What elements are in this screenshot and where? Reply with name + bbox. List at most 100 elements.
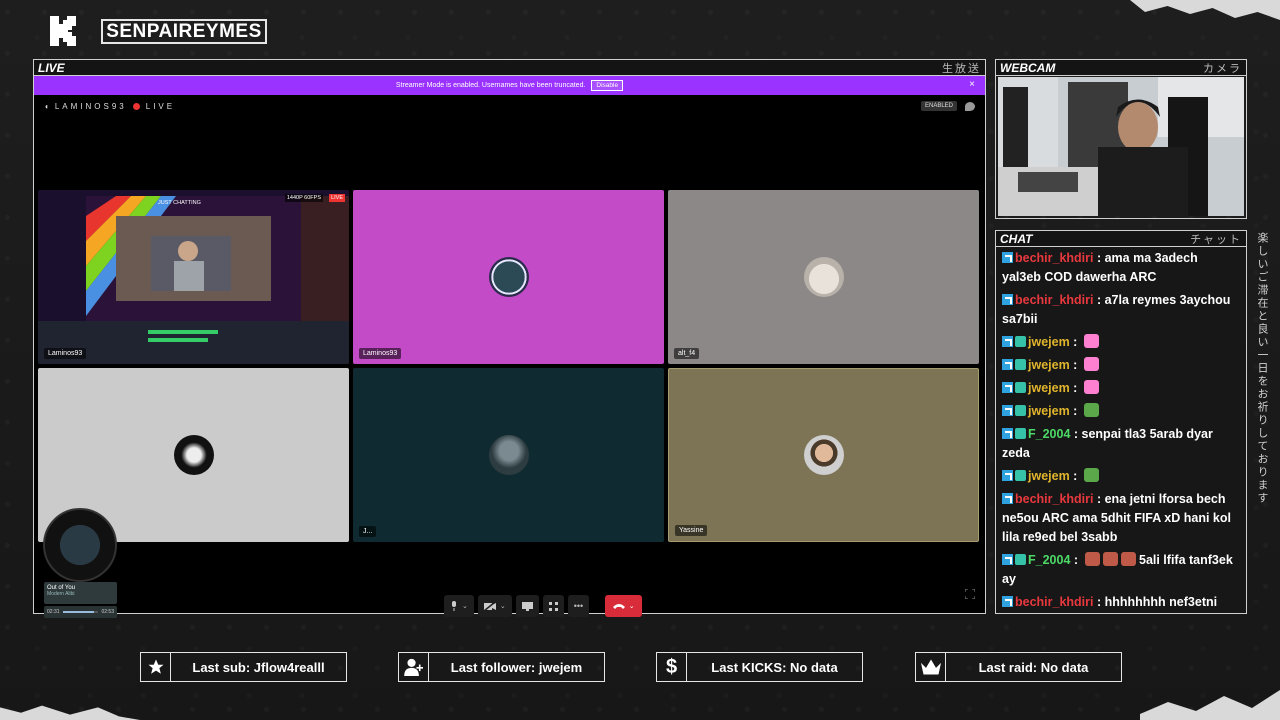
star-icon	[141, 653, 171, 681]
chat-message: F_2004 : 5ali lfifa tanf3ek ay	[1002, 551, 1240, 589]
kick-badge-icon	[1002, 252, 1013, 263]
participant-name: J...	[359, 526, 377, 537]
chat-message: bechir_khdiri : a7la reymes 3aychou sa7b…	[1002, 291, 1240, 329]
side-vertical-text: 楽しいご滞在と良い一日をお祈りしております	[1256, 232, 1268, 505]
last-kicks-stat: $ Last KICKS: No data	[656, 652, 863, 682]
video-call-window: Streamer Mode is enabled. Usernames have…	[34, 76, 985, 618]
live-panel-header: LIVE 生放送	[34, 60, 985, 76]
more-options-button[interactable]: •••	[567, 595, 590, 617]
participant-name: Laminos93	[359, 348, 402, 359]
screen-category: JUST CHATTING	[158, 200, 201, 206]
chat-message: bechir_khdiri : ena jetni lforsa bech ne…	[1002, 490, 1240, 547]
chat-username[interactable]: jwejem	[1028, 404, 1070, 418]
subscriber-badge-icon	[1015, 428, 1026, 439]
emote-icon	[1120, 552, 1136, 566]
emote-icon	[1083, 380, 1099, 394]
streamer-mode-banner: Streamer Mode is enabled. Usernames have…	[34, 76, 985, 95]
track-duration: 02:53	[101, 609, 114, 615]
emote-icon	[1102, 552, 1118, 566]
chat-panel-header: CHAT チャット	[996, 231, 1246, 247]
participant-avatar	[488, 257, 529, 297]
participant-tile[interactable]: J...	[353, 368, 664, 542]
enabled-badge[interactable]: ENABLED	[920, 101, 957, 111]
last-kicks-label: Last KICKS: No data	[711, 659, 838, 675]
last-follower-label: Last follower: jwejem	[450, 659, 583, 675]
chat-panel-jp-title: チャット	[1190, 233, 1242, 246]
participant-tile[interactable]: Yassine	[668, 368, 979, 542]
chat-username[interactable]: jwejem	[1028, 469, 1070, 483]
fullscreen-icon[interactable]	[965, 589, 975, 599]
chat-message: bechir_khdiri : ama ma 3adech yal3eb COD…	[1002, 249, 1240, 287]
participant-name: Laminos93	[44, 348, 87, 359]
hang-up-icon	[612, 604, 625, 609]
leave-call-button[interactable]: ⌄	[605, 595, 643, 617]
participant-tile[interactable]: alt_f4	[668, 190, 979, 364]
chat-separator: :	[1069, 381, 1081, 395]
disable-button[interactable]: Disable	[591, 80, 624, 91]
participant-avatar	[803, 257, 844, 297]
subscriber-badge-icon	[1015, 554, 1026, 565]
chat-username[interactable]: jwejem	[1028, 358, 1070, 372]
chat-message: F_2004 : senpai tla3 5arab dyar zeda	[1002, 425, 1240, 463]
microphone-icon	[452, 601, 456, 611]
live-panel: LIVE 生放送 Streamer Mode is enabled. Usern…	[33, 59, 986, 618]
last-raid-label: Last raid: No data	[978, 659, 1089, 675]
album-art	[43, 508, 117, 582]
kick-badge-icon	[1002, 554, 1013, 565]
chat-username[interactable]: bechir_khdiri	[1015, 595, 1094, 609]
activities-button[interactable]	[542, 595, 564, 617]
live-badge: LIVE	[329, 194, 345, 202]
chat-separator: :	[1093, 251, 1105, 265]
chat-username[interactable]: F_2004	[1028, 553, 1070, 567]
emote-icon	[1083, 403, 1099, 417]
chat-username[interactable]: bechir_khdiri	[1015, 492, 1094, 506]
last-raid-stat: Last raid: No data	[915, 652, 1122, 682]
screen-share-preview	[38, 190, 349, 364]
chat-panel: CHAT チャット bechir_khdiri : ama ma 3adech …	[995, 230, 1247, 614]
chat-message: jwejem :	[1002, 333, 1240, 352]
emote-icon	[1083, 357, 1099, 371]
chat-username[interactable]: F_2004	[1028, 427, 1070, 441]
webcam-feed	[998, 77, 1244, 216]
chat-message: jwejem :	[1002, 402, 1240, 421]
quality-badge: 1440P 60FPS	[284, 194, 323, 202]
kick-logo-icon	[50, 16, 76, 46]
kick-badge-icon	[1002, 405, 1013, 416]
screen-share-icon	[521, 601, 533, 611]
progress-fill	[62, 611, 94, 613]
kick-badge-icon	[1002, 470, 1013, 481]
kick-badge-icon	[1002, 336, 1013, 347]
chat-separator: :	[1069, 335, 1081, 349]
camera-off-icon	[483, 601, 496, 611]
participant-tile-screen-share[interactable]: JUST CHATTING 1440P 60FPS LIVE Laminos93	[38, 190, 349, 364]
music-player-widget: Out of You Modern Alibi 02:31 02:53	[42, 508, 122, 618]
chat-bubble-icon[interactable]	[965, 101, 975, 111]
screen-share-button[interactable]	[515, 595, 539, 617]
kick-badge-icon	[1002, 428, 1013, 439]
kick-badge-icon	[1002, 493, 1013, 504]
subscriber-badge-icon	[1015, 382, 1026, 393]
subscriber-badge-icon	[1015, 405, 1026, 416]
webcam-image	[998, 77, 1244, 216]
live-dot-icon	[132, 102, 140, 110]
participant-tile[interactable]: Laminos93	[353, 190, 664, 364]
chat-username[interactable]: jwejem	[1028, 335, 1070, 349]
camera-button[interactable]: ⌄	[477, 595, 512, 617]
chat-separator: :	[1069, 469, 1081, 483]
participant-avatar	[173, 435, 214, 475]
emote-icon	[1083, 334, 1099, 348]
chat-username[interactable]: jwejem	[1028, 381, 1070, 395]
microphone-button[interactable]: ⌄	[444, 595, 474, 617]
chat-separator: :	[1069, 404, 1081, 418]
volume-icon[interactable]: ◖	[44, 102, 49, 111]
crown-icon	[916, 653, 946, 681]
live-panel-jp-title: 生放送	[942, 62, 981, 75]
chat-message: bechir_khdiri : hhhhhhhh nef3etni eyy al…	[1002, 593, 1240, 613]
chat-username[interactable]: bechir_khdiri	[1015, 251, 1094, 265]
chat-message: jwejem :	[1002, 356, 1240, 375]
webcam-panel-title: WEBCAM	[1000, 60, 1056, 75]
track-info: Out of You Modern Alibi	[44, 582, 117, 604]
close-icon[interactable]: ×	[969, 79, 975, 90]
chat-separator: :	[1093, 595, 1105, 609]
chat-username[interactable]: bechir_khdiri	[1015, 293, 1094, 307]
